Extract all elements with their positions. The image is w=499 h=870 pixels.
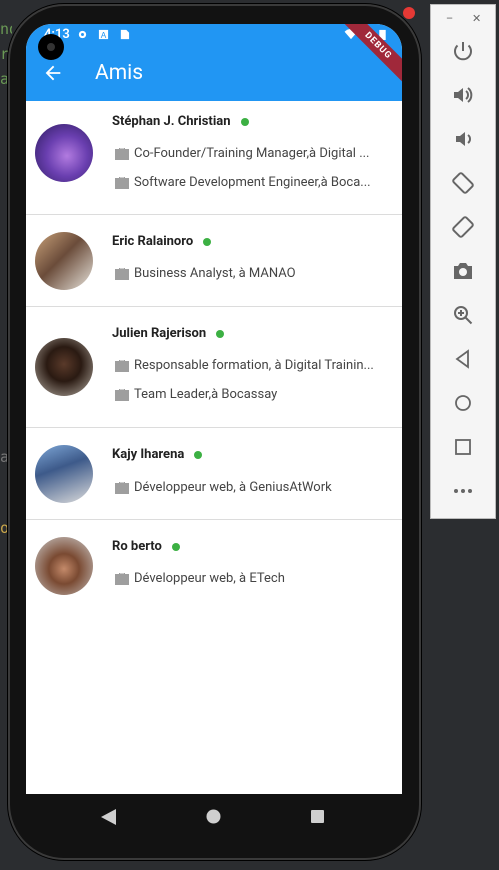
system-nav-bar [26, 794, 402, 840]
sim-card-icon [120, 29, 130, 40]
camera-icon[interactable] [451, 259, 475, 283]
avatar [35, 537, 93, 595]
nav-home-icon[interactable] [206, 809, 221, 824]
friend-name: Eric Ralainoro [112, 234, 212, 249]
avatar [35, 124, 93, 182]
online-indicator [240, 117, 249, 126]
briefcase-icon [115, 360, 129, 372]
rotate-right-icon[interactable] [451, 215, 475, 239]
emulator-record-indicator [403, 7, 415, 19]
zoom-icon[interactable] [451, 303, 475, 327]
avatar [35, 232, 93, 290]
emulator-panel: – ✕ [430, 4, 496, 519]
front-camera [38, 34, 64, 60]
friend-name: Ro berto [112, 539, 180, 554]
avatar [35, 445, 93, 503]
briefcase-icon [115, 573, 129, 585]
job-entry: Développeur web, à ETech [114, 571, 394, 589]
avatar [35, 338, 93, 396]
job-entry: Co-Founder/Training Manager,à Digital ..… [114, 146, 394, 164]
status-bar: 4:13 A [26, 24, 402, 48]
list-item[interactable]: Stéphan J. Christian Co-Founder/Training… [26, 101, 402, 215]
page-title: Amis [95, 61, 144, 85]
back-icon[interactable] [451, 347, 475, 371]
job-entry: Team Leader,à Bocassay [114, 387, 394, 405]
app-bar: 4:13 A DEBUG Amis [26, 24, 402, 101]
online-indicator [171, 542, 180, 551]
friend-name: Kajy Iharena [112, 447, 203, 462]
home-icon[interactable] [451, 391, 475, 415]
svg-text:A: A [101, 31, 107, 40]
list-item[interactable]: Eric Ralainoro Business Analyst, à MANAO [26, 215, 402, 307]
job-entry: Software Development Engineer,à Boca... [114, 175, 394, 193]
list-item[interactable]: Kajy Iharena Développeur web, à GeniusAt… [26, 428, 402, 520]
briefcase-icon [115, 268, 129, 280]
close-button[interactable]: ✕ [472, 12, 481, 25]
editor-fragment: nd [0, 20, 12, 38]
job-entry: Business Analyst, à MANAO [114, 266, 394, 284]
phone-screen: 4:13 A DEBUG Amis Stéphan J. Christian C… [26, 24, 402, 794]
settings-icon [78, 30, 87, 39]
briefcase-icon [115, 482, 129, 494]
arrow-back-icon[interactable] [42, 62, 64, 84]
volume-up-icon[interactable] [451, 83, 475, 107]
briefcase-icon [115, 389, 129, 401]
friends-list: Stéphan J. Christian Co-Founder/Training… [26, 101, 402, 611]
online-indicator [203, 237, 212, 246]
rotate-left-icon[interactable] [451, 171, 475, 195]
overview-icon[interactable] [451, 435, 475, 459]
briefcase-icon [115, 148, 129, 160]
friend-name: Stéphan J. Christian [112, 114, 249, 129]
job-entry: Responsable formation, à Digital Trainin… [114, 358, 394, 376]
nav-recents-icon[interactable] [311, 810, 324, 823]
list-item[interactable]: Ro berto Développeur web, à ETech [26, 520, 402, 611]
minimize-button[interactable]: – [446, 12, 453, 25]
power-icon[interactable] [451, 39, 475, 63]
volume-down-icon[interactable] [451, 127, 475, 151]
more-icon[interactable] [451, 479, 475, 503]
online-indicator [216, 329, 225, 338]
briefcase-icon [115, 177, 129, 189]
friend-name: Julien Rajerison [112, 326, 225, 341]
list-item[interactable]: Julien Rajerison Responsable formation, … [26, 307, 402, 428]
job-entry: Développeur web, à GeniusAtWork [114, 480, 394, 498]
nav-back-icon[interactable] [101, 809, 116, 825]
font-icon: A [98, 29, 109, 40]
online-indicator [194, 450, 203, 459]
